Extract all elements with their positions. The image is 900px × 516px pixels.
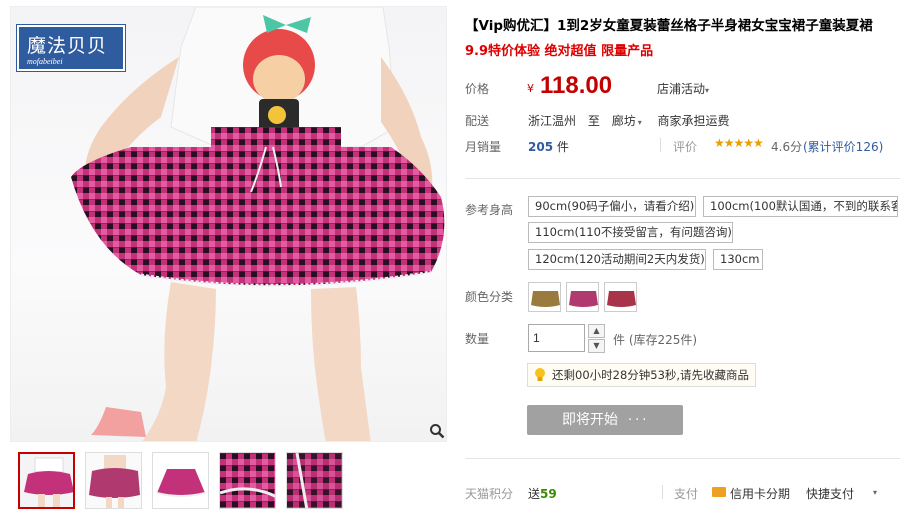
credit-card-icon [712,487,726,497]
quantity-label: 数量 [465,332,490,346]
review-label: 评价 [673,140,698,154]
main-product-image[interactable]: 魔法贝贝 mofabeibei [10,6,447,442]
thumbnail-3[interactable] [152,452,209,509]
size-option-100[interactable]: 100cm(100默认国通，不到的联系客) [703,196,898,217]
chevron-down-icon: ▾ [705,86,710,95]
product-subtitle: 9.9特价体验 绝对超值 限量产品 [465,44,654,59]
sales-count: 205 [528,140,554,154]
size-option-90[interactable]: 90cm(90码子偏小，请看介绍) [528,196,696,217]
product-title: 【Vip购优汇】1到2岁女童夏装蕾丝格子半身裙女宝宝裙子童装夏裙 [465,18,873,34]
coming-soon-button[interactable]: 即将开始 ··· [527,405,683,435]
bulb-icon [535,368,545,381]
thumbnail-4[interactable] [219,452,276,509]
divider [465,178,900,179]
chevron-down-icon[interactable]: ▾ [873,488,877,497]
divider [662,485,663,499]
shipping-info: 浙江温州 至 廊坊 ▾ 商家承担运费 [528,112,738,129]
dots-icon: ··· [628,413,650,428]
color-swatch-1[interactable] [528,282,561,312]
shipping-fee: 商家承担运费 [657,114,730,128]
thumbnail-1[interactable] [18,452,75,509]
payment-label: 支付 [674,487,699,501]
countdown-notice: 还剩00小时28分钟53秒,请先收藏商品 [527,363,757,387]
divider [465,458,900,459]
tmall-points-label: 天猫积分 [465,487,514,501]
color-label: 颜色分类 [465,290,514,304]
brand-logo-cn: 魔法贝贝 [27,35,108,57]
height-label: 参考身高 [465,203,514,217]
brand-logo: 魔法贝贝 mofabeibei [16,24,126,72]
store-promo-dropdown[interactable]: 店浦活动▾ [657,80,709,97]
stock-info: 件 (库存225件) [613,333,698,347]
quantity-input[interactable] [528,324,585,352]
thumbnail-5[interactable] [286,452,343,509]
size-option-120[interactable]: 120cm(120活动期间2天内发货) [528,249,706,270]
store-promo-label: 店浦活动 [657,82,706,96]
shipping-label: 配送 [465,114,490,128]
thumbnail-2[interactable] [85,452,142,509]
magnifier-icon[interactable] [429,423,446,441]
size-option-130[interactable]: 130cm [713,249,763,270]
price-value: 118.00 [540,72,613,99]
color-swatch-2[interactable] [566,282,599,312]
monthly-sales: 205 件 [528,138,569,155]
price-currency: ¥ [527,82,534,95]
tmall-points-prefix: 送 [528,487,541,501]
tmall-points-value: 59 [540,487,557,501]
brand-logo-en: mofabeibei [27,57,63,66]
tmall-points: 送59 [528,485,557,502]
quick-pay-link[interactable]: 快捷支付 [806,485,854,502]
monthly-sales-label: 月销量 [465,140,502,154]
review-count-link[interactable]: (累计评价126) [803,138,883,155]
quantity-decrease-button[interactable]: ▼ [588,339,605,353]
ship-from: 浙江温州 [528,114,577,128]
divider [660,138,661,152]
coming-soon-label: 即将开始 [562,412,618,428]
countdown-text: 还剩00小时28分钟53秒,请先收藏商品 [552,368,750,382]
chevron-down-icon[interactable]: ▾ [638,118,642,127]
price-label: 价格 [465,82,490,96]
credit-card-installment-link[interactable]: 信用卡分期 [730,485,790,502]
star-rating-icon: ★★★★★ [714,136,764,150]
color-swatch-3[interactable] [604,282,637,312]
review-score: 4.6分 [771,140,803,154]
quantity-increase-button[interactable]: ▲ [588,324,605,338]
size-option-110[interactable]: 110cm(110不接受留言，有问题咨询) [528,222,733,243]
ship-to-word: 至 [587,114,600,128]
product-photo-illustration [71,7,445,441]
sales-unit: 件 [556,140,569,154]
ship-destination[interactable]: 廊坊 [612,114,636,128]
